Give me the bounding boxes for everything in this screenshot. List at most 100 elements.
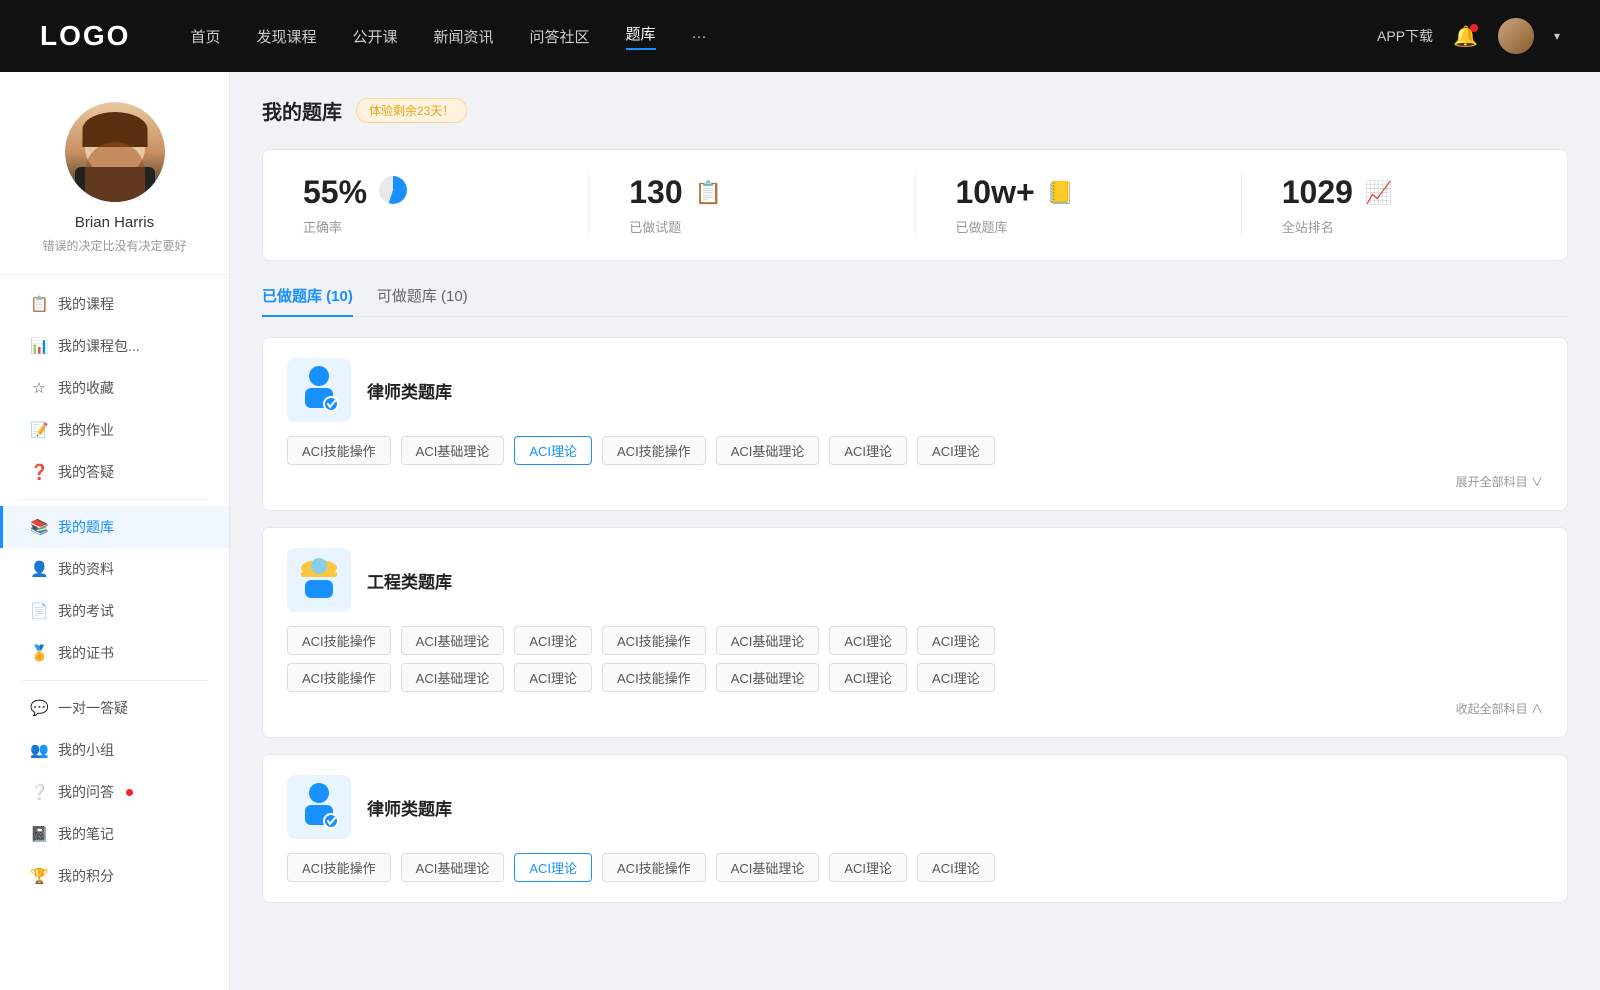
menu-divider-1 <box>20 499 209 500</box>
tag-eng-r2-3[interactable]: ACI技能操作 <box>602 663 706 692</box>
profile-area: Brian Harris 错误的决定比没有决定要好 <box>0 72 229 275</box>
tag-eng-r1-0[interactable]: ACI技能操作 <box>287 626 391 655</box>
menu-qa-doubts-label: 我的答疑 <box>58 462 114 482</box>
bar-chart-icon: 📈 <box>1365 180 1392 206</box>
tag-eng-r1-3[interactable]: ACI技能操作 <box>602 626 706 655</box>
menu-points[interactable]: 🏆 我的积分 <box>0 855 229 897</box>
menu-certificate[interactable]: 🏅 我的证书 <box>0 632 229 674</box>
notification-dot <box>1470 24 1478 32</box>
packages-icon: 📊 <box>30 337 48 355</box>
tag-lawyer2-3[interactable]: ACI技能操作 <box>602 853 706 882</box>
pie-chart-icon <box>379 176 407 204</box>
tag-eng-r2-6[interactable]: ACI理论 <box>917 663 995 692</box>
tag-lawyer1-5[interactable]: ACI理论 <box>829 436 907 465</box>
collapse-engineer[interactable]: 收起全部科目 ∧ <box>1456 700 1543 717</box>
tag-eng-r1-1[interactable]: ACI基础理论 <box>401 626 505 655</box>
avatar-image <box>1498 18 1534 54</box>
qbank-tags-engineer-row2: ACI技能操作 ACI基础理论 ACI理论 ACI技能操作 ACI基础理论 AC… <box>287 663 1543 692</box>
menu-certificate-label: 我的证书 <box>58 643 114 663</box>
nav-discover[interactable]: 发现课程 <box>256 26 316 47</box>
tag-eng-r2-0[interactable]: ACI技能操作 <box>287 663 391 692</box>
user-dropdown-arrow[interactable]: ▾ <box>1554 29 1560 43</box>
tag-lawyer1-2[interactable]: ACI理论 <box>514 436 592 465</box>
menu-homework-label: 我的作业 <box>58 420 114 440</box>
sidebar: Brian Harris 错误的决定比没有决定要好 📋 我的课程 📊 我的课程包… <box>0 72 230 990</box>
qbank-card-lawyer-2: 律师类题库 ACI技能操作 ACI基础理论 ACI理论 ACI技能操作 ACI基… <box>262 754 1568 903</box>
notification-bell[interactable]: 🔔 <box>1453 24 1478 49</box>
menu-points-label: 我的积分 <box>58 866 114 886</box>
menu-divider-2 <box>20 680 209 681</box>
menu-one-on-one-label: 一对一答疑 <box>58 698 128 718</box>
tag-eng-r2-1[interactable]: ACI基础理论 <box>401 663 505 692</box>
nav-qbank[interactable]: 题库 <box>626 23 656 50</box>
page-header: 我的题库 体验剩余23天！ <box>262 96 1568 125</box>
stat-rank: 1029 📈 全站排名 <box>1242 174 1567 236</box>
menu-my-courses[interactable]: 📋 我的课程 <box>0 283 229 325</box>
tag-eng-r2-5[interactable]: ACI理论 <box>829 663 907 692</box>
accuracy-chart-icon <box>379 176 407 210</box>
nav-more[interactable]: ··· <box>692 28 707 45</box>
doubts-icon: ❓ <box>30 463 48 481</box>
my-qa-icon: ❔ <box>30 783 48 801</box>
tag-lawyer1-1[interactable]: ACI基础理论 <box>401 436 505 465</box>
nav-news[interactable]: 新闻资讯 <box>434 26 494 47</box>
stat-rank-label: 全站排名 <box>1282 217 1334 236</box>
menu-my-courses-label: 我的课程 <box>58 294 114 314</box>
qbank-tags-engineer-row1: ACI技能操作 ACI基础理论 ACI理论 ACI技能操作 ACI基础理论 AC… <box>287 626 1543 655</box>
menu-profile[interactable]: 👤 我的资料 <box>0 548 229 590</box>
lawyer2-svg-icon <box>295 779 343 835</box>
main-content: 我的题库 体验剩余23天！ 55% 正确率 130 📋 已做试题 <box>230 72 1600 990</box>
tag-eng-r1-5[interactable]: ACI理论 <box>829 626 907 655</box>
menu-favorites[interactable]: ☆ 我的收藏 <box>0 367 229 409</box>
menu-course-packages-label: 我的课程包... <box>58 336 140 356</box>
homework-icon: 📝 <box>30 421 48 439</box>
tag-eng-r2-2[interactable]: ACI理论 <box>514 663 592 692</box>
menu-group[interactable]: 👥 我的小组 <box>0 729 229 771</box>
tag-eng-r1-6[interactable]: ACI理论 <box>917 626 995 655</box>
tag-lawyer2-1[interactable]: ACI基础理论 <box>401 853 505 882</box>
nav-home[interactable]: 首页 <box>190 26 220 47</box>
expand-lawyer-1[interactable]: 展开全部科目 ∨ <box>1456 473 1543 490</box>
tab-done-banks[interactable]: 已做题库 (10) <box>262 285 353 316</box>
menu-my-qa[interactable]: ❔ 我的问答 <box>0 771 229 813</box>
tag-lawyer1-6[interactable]: ACI理论 <box>917 436 995 465</box>
menu-one-on-one[interactable]: 💬 一对一答疑 <box>0 687 229 729</box>
stat-accuracy: 55% 正确率 <box>263 174 589 236</box>
profile-name: Brian Harris <box>75 214 154 231</box>
menu-homework[interactable]: 📝 我的作业 <box>0 409 229 451</box>
tag-eng-r1-2[interactable]: ACI理论 <box>514 626 592 655</box>
nav-qa[interactable]: 问答社区 <box>530 26 590 47</box>
tag-eng-r1-4[interactable]: ACI基础理论 <box>716 626 820 655</box>
user-avatar[interactable] <box>1498 18 1534 54</box>
menu-course-packages[interactable]: 📊 我的课程包... <box>0 325 229 367</box>
tab-available-banks[interactable]: 可做题库 (10) <box>377 285 468 316</box>
tag-lawyer1-0[interactable]: ACI技能操作 <box>287 436 391 465</box>
book-icon: 📒 <box>1047 180 1074 206</box>
menu-exam-label: 我的考试 <box>58 601 114 621</box>
stat-banks-top: 10w+ 📒 <box>956 174 1075 211</box>
tag-lawyer2-0[interactable]: ACI技能操作 <box>287 853 391 882</box>
menu-notes[interactable]: 📓 我的笔记 <box>0 813 229 855</box>
tag-lawyer2-5[interactable]: ACI理论 <box>829 853 907 882</box>
menu-qbank-label: 我的题库 <box>58 517 114 537</box>
favorites-icon: ☆ <box>30 379 48 397</box>
menu-exam[interactable]: 📄 我的考试 <box>0 590 229 632</box>
stat-banks-value: 10w+ <box>956 174 1035 211</box>
profile-motto: 错误的决定比没有决定要好 <box>42 237 186 254</box>
menu-qbank[interactable]: 📚 我的题库 <box>0 506 229 548</box>
menu-qa-doubts[interactable]: ❓ 我的答疑 <box>0 451 229 493</box>
tag-lawyer2-4[interactable]: ACI基础理论 <box>716 853 820 882</box>
tag-lawyer1-4[interactable]: ACI基础理论 <box>716 436 820 465</box>
tag-lawyer2-6[interactable]: ACI理论 <box>917 853 995 882</box>
menu-notes-label: 我的笔记 <box>58 824 114 844</box>
page-title: 我的题库 <box>262 96 342 125</box>
tag-lawyer2-2[interactable]: ACI理论 <box>514 853 592 882</box>
nav-opencourse[interactable]: 公开课 <box>352 26 397 47</box>
app-download-button[interactable]: APP下载 <box>1377 26 1433 46</box>
stat-accuracy-top: 55% <box>303 174 407 211</box>
doc-icon: 📋 <box>695 180 722 206</box>
tag-lawyer1-3[interactable]: ACI技能操作 <box>602 436 706 465</box>
engineer-svg-icon <box>295 552 343 608</box>
navbar-right: APP下载 🔔 ▾ <box>1377 18 1560 54</box>
tag-eng-r2-4[interactable]: ACI基础理论 <box>716 663 820 692</box>
